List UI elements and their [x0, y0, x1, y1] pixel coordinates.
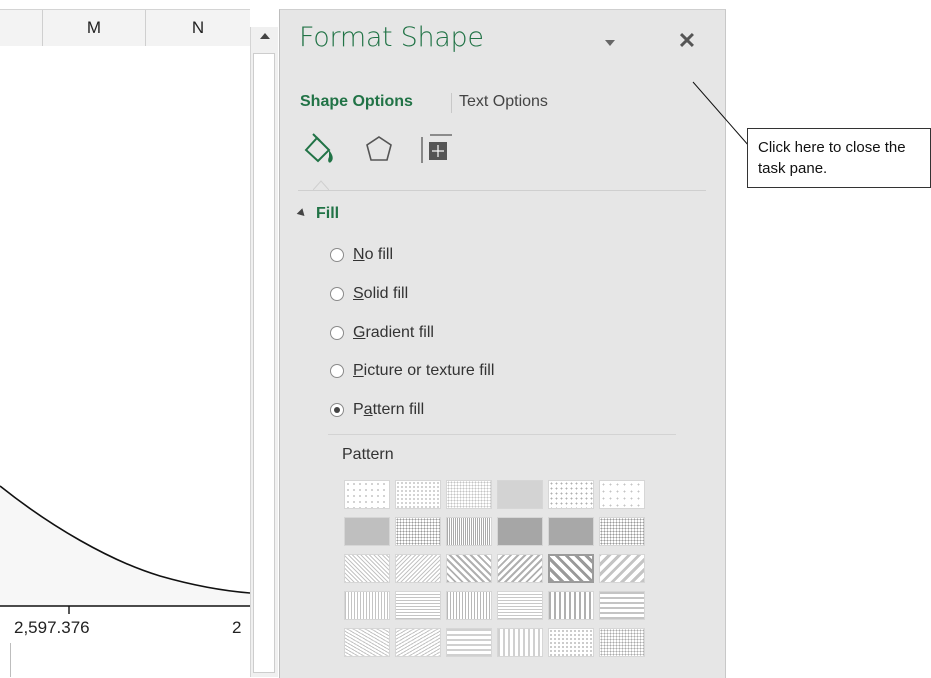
gradient-fill-option[interactable]: Gradient fill [330, 321, 434, 345]
column-header-partial[interactable] [0, 10, 43, 46]
pattern-swatch[interactable] [395, 480, 441, 509]
pattern-swatch[interactable] [446, 480, 492, 509]
pattern-swatch[interactable] [599, 628, 645, 657]
chart-curve[interactable] [0, 46, 250, 646]
collapse-arrow-icon [296, 208, 308, 219]
pattern-swatch[interactable] [395, 554, 441, 583]
fill-section-header[interactable]: Fill [296, 205, 340, 223]
fill-section-label: Fill [316, 205, 340, 222]
divider [328, 434, 676, 435]
pattern-swatch[interactable] [395, 517, 441, 546]
pattern-swatch[interactable] [497, 591, 543, 620]
chevron-down-icon [605, 40, 615, 46]
pattern-swatch[interactable] [344, 517, 390, 546]
pattern-swatch[interactable] [599, 554, 645, 583]
pattern-swatch[interactable] [497, 554, 543, 583]
pattern-swatch[interactable] [599, 480, 645, 509]
column-header-bar: M N [0, 9, 250, 47]
pattern-swatch[interactable] [599, 517, 645, 546]
pattern-swatch[interactable] [548, 628, 594, 657]
pattern-swatch[interactable] [497, 517, 543, 546]
pattern-swatch[interactable] [344, 554, 390, 583]
scroll-up-button[interactable] [251, 27, 278, 45]
format-shape-pane: Format Shape ✕ Shape Options Text Option… [279, 9, 726, 678]
radio-button[interactable] [330, 248, 344, 262]
vertical-scrollbar[interactable] [250, 27, 278, 677]
x-axis-tick-label: 2,597.376 [14, 618, 90, 637]
pattern-swatch[interactable] [344, 480, 390, 509]
pattern-fill-option[interactable]: Pattern fill [330, 398, 424, 422]
solid-fill-option[interactable]: Solid fill [330, 282, 408, 306]
pattern-swatch[interactable] [497, 480, 543, 509]
size-properties-icon[interactable] [416, 130, 454, 168]
option-label: Pattern fill [353, 401, 425, 418]
close-pane-button[interactable]: ✕ [673, 27, 701, 55]
cell-border [10, 643, 11, 677]
pattern-swatch[interactable] [548, 591, 594, 620]
scroll-thumb[interactable] [253, 53, 275, 673]
tab-text-options[interactable]: Text Options [459, 93, 548, 111]
column-header-n[interactable]: N [146, 10, 250, 46]
divider [298, 190, 706, 191]
option-label: Gradient fill [353, 324, 434, 341]
radio-button[interactable] [330, 287, 344, 301]
pattern-label: Pattern [342, 446, 394, 463]
pattern-swatch[interactable] [446, 517, 492, 546]
pattern-swatch[interactable] [446, 591, 492, 620]
pane-title: Format Shape [299, 22, 484, 53]
x-axis-tick-label: 2 [232, 618, 242, 637]
pattern-swatch[interactable] [446, 554, 492, 583]
radio-button[interactable] [330, 403, 344, 417]
option-label: Solid fill [353, 285, 409, 302]
column-header-m[interactable]: M [43, 10, 146, 46]
pattern-swatch[interactable] [548, 554, 594, 583]
callout-box: Click here to close the task pane. [747, 128, 931, 188]
close-icon: ✕ [677, 28, 697, 53]
pattern-swatch[interactable] [446, 628, 492, 657]
pattern-swatch-grid [344, 480, 645, 657]
picture-texture-fill-option[interactable]: Picture or texture fill [330, 359, 494, 383]
scroll-up-arrow-icon [260, 33, 270, 39]
pattern-swatch[interactable] [548, 480, 594, 509]
pattern-swatch[interactable] [599, 591, 645, 620]
pattern-swatch[interactable] [497, 628, 543, 657]
radio-button[interactable] [330, 326, 344, 340]
tab-shape-options[interactable]: Shape Options [300, 93, 413, 111]
pattern-swatch[interactable] [344, 591, 390, 620]
pane-options-button[interactable] [596, 29, 624, 57]
tab-divider [451, 93, 452, 113]
option-label: No fill [353, 246, 394, 263]
radio-button[interactable] [330, 364, 344, 378]
pattern-swatch[interactable] [395, 628, 441, 657]
pattern-swatch[interactable] [548, 517, 594, 546]
no-fill-option[interactable]: No fill [330, 243, 393, 267]
pattern-swatch[interactable] [395, 591, 441, 620]
option-label: Picture or texture fill [353, 362, 495, 379]
fill-line-icon[interactable] [300, 130, 338, 168]
pattern-swatch[interactable] [344, 628, 390, 657]
effects-icon[interactable] [360, 130, 398, 168]
spreadsheet-area: M N 2,597.376 2 [0, 0, 278, 677]
